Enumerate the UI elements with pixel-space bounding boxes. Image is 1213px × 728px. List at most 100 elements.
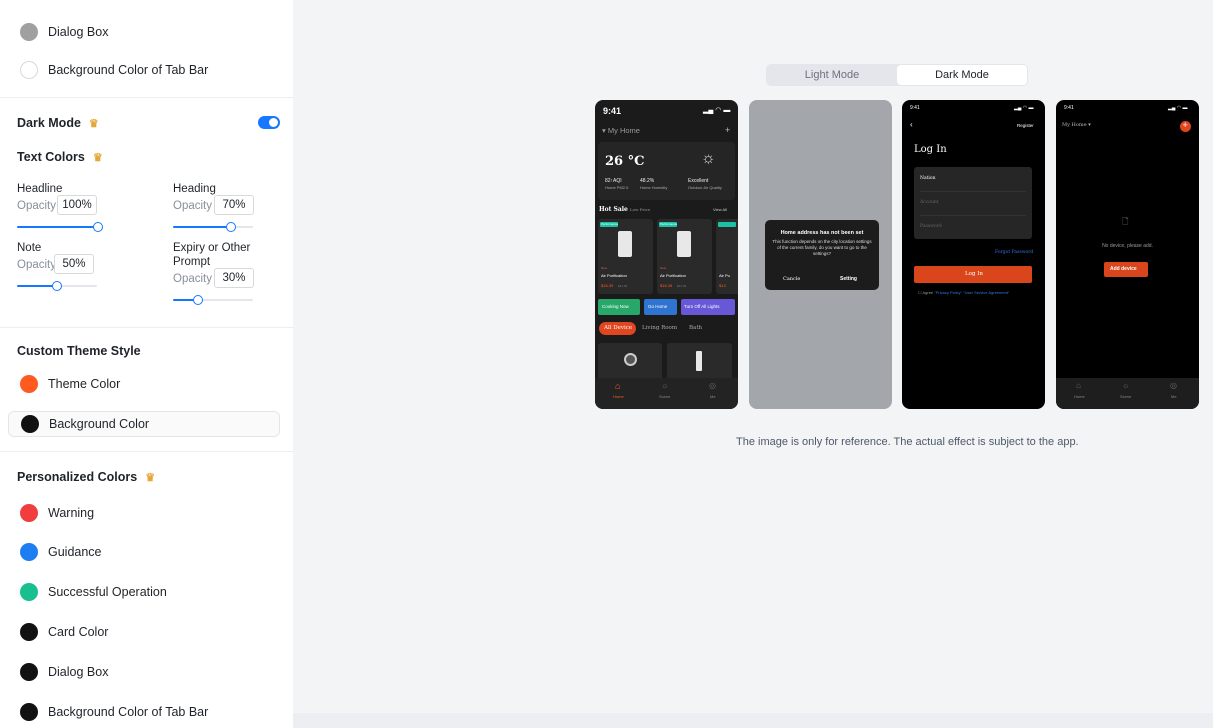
light-mode-tab[interactable]: Light Mode xyxy=(767,65,897,85)
home-name: My Home xyxy=(1062,122,1087,128)
home-tab-icon[interactable]: ⌂ xyxy=(1076,381,1081,390)
login-button[interactable]: Log In xyxy=(914,266,1032,283)
slider-fill xyxy=(173,226,231,228)
color-item-tab-bar-bg[interactable]: Background Color of Tab Bar xyxy=(8,56,280,84)
text-colors-label: Text Colors xyxy=(17,150,85,164)
scene-tab-icon[interactable]: ☼ xyxy=(1122,381,1129,390)
reference-note: The image is only for reference. The act… xyxy=(736,436,1079,448)
add-device-button[interactable]: Add device xyxy=(1104,262,1148,277)
slider-thumb[interactable] xyxy=(226,222,236,232)
slider-thumb[interactable] xyxy=(193,295,203,305)
product-name: Air Purification xyxy=(660,273,686,278)
color-item-tab-bar[interactable]: Background Color of Tab Bar xyxy=(8,698,280,726)
expiry-opacity-input[interactable]: 30% xyxy=(214,268,254,288)
policy-links[interactable]: "Privacy Policy" "User Service Agreement… xyxy=(934,290,1009,295)
password-field[interactable]: Password xyxy=(920,224,942,229)
empty-file-icon: 🗋 xyxy=(1122,217,1129,226)
room-tab-living[interactable]: Living Room xyxy=(642,325,677,331)
color-item-theme[interactable]: Theme Color xyxy=(8,370,280,398)
old-price: $21.00 xyxy=(677,284,687,288)
color-item-label: Background Color of Tab Bar xyxy=(48,705,209,719)
opacity-label: Opacity xyxy=(173,273,212,285)
account-field[interactable]: Account xyxy=(920,200,939,205)
black-swatch-icon xyxy=(21,415,39,433)
register-link[interactable]: Register xyxy=(1017,123,1034,128)
phone-preview-dialog: Home address has not been set This funct… xyxy=(749,100,892,409)
me-tab-icon[interactable]: ◎ xyxy=(1170,381,1177,390)
quality-sub: Outdoor Air Quality xyxy=(688,185,722,190)
color-item-dialog-box[interactable]: Dialog Box xyxy=(8,18,280,46)
black-swatch-icon xyxy=(20,663,38,681)
color-item-label: Background Color of Tab Bar xyxy=(48,63,209,77)
back-icon[interactable]: ‹ xyxy=(910,120,913,129)
room-tab-all[interactable]: All Device xyxy=(599,322,636,335)
color-item-label: Successful Operation xyxy=(48,585,167,599)
note-slider[interactable] xyxy=(17,281,97,291)
tab-bar: ⌂ Home ☼ Scene ◎ Me xyxy=(1056,378,1199,409)
slider-thumb[interactable] xyxy=(52,281,62,291)
me-tab-label: Me xyxy=(1171,394,1177,399)
product-card[interactable]: Performance New Air Purification $16.39 … xyxy=(657,219,712,294)
slider-thumb[interactable] xyxy=(93,222,103,232)
home-tab-icon[interactable]: ⌂ xyxy=(615,381,620,391)
me-tab-icon[interactable]: ◎ xyxy=(709,381,716,390)
hot-sale-label: Hot Sale xyxy=(599,206,628,213)
note-opacity-input[interactable]: 50% xyxy=(54,254,94,274)
color-item-warning[interactable]: Warning xyxy=(8,499,280,527)
scene-tab-label: Scene xyxy=(659,394,671,399)
opacity-label: Opacity xyxy=(17,200,56,212)
personalized-label: Personalized Colors xyxy=(17,470,138,484)
dialog-setting-button[interactable]: Setting xyxy=(840,276,857,282)
add-icon[interactable]: + xyxy=(1180,120,1191,132)
device-card[interactable] xyxy=(598,343,662,383)
expiry-label: Expiry or Other Prompt xyxy=(173,242,251,268)
heading-slider[interactable] xyxy=(173,222,253,232)
home-tab-label: Home xyxy=(613,394,624,399)
status-time: 9:41 xyxy=(910,105,920,111)
product-card[interactable]: Performance New Air Purification $16.39 … xyxy=(598,219,653,294)
headline-opacity-input[interactable]: 100% xyxy=(57,195,97,215)
red-swatch-icon xyxy=(20,504,38,522)
home-selector[interactable]: My Home ▾ xyxy=(1062,122,1091,128)
color-item-guidance[interactable]: Guidance xyxy=(8,538,280,566)
dialog-body: This function depends on the city locati… xyxy=(772,239,872,256)
scene-button-go-home[interactable]: Go Home xyxy=(644,299,677,315)
status-icons: ▂▄ ◠ ▬ xyxy=(703,107,731,114)
custom-theme-title: Custom Theme Style xyxy=(17,344,141,358)
home-tab-label: Home xyxy=(1074,394,1085,399)
scene-button-cooking[interactable]: Cooking Now xyxy=(598,299,640,315)
new-tag: New xyxy=(601,266,608,270)
status-time: 9:41 xyxy=(1064,105,1074,111)
dialog-cancel-button[interactable]: Cancle xyxy=(783,276,800,282)
color-item-label: Theme Color xyxy=(48,377,121,391)
gray-swatch-icon xyxy=(20,23,38,41)
color-item-background[interactable]: Background Color xyxy=(8,411,280,437)
divider xyxy=(0,327,293,328)
quality-value: Excellent xyxy=(688,178,709,184)
heading-opacity-input[interactable]: 70% xyxy=(214,195,254,215)
home-selector[interactable]: ▾ My Home xyxy=(602,126,640,135)
nation-field[interactable]: Nation xyxy=(920,176,935,181)
color-item-dialog[interactable]: Dialog Box xyxy=(8,658,280,686)
plus-icon[interactable]: + xyxy=(725,125,730,135)
color-item-card[interactable]: Card Color xyxy=(8,618,280,646)
view-all-link[interactable]: View All xyxy=(713,207,727,212)
scene-tab-icon[interactable]: ☼ xyxy=(661,381,668,390)
scene-tab-label: Scene xyxy=(1120,394,1132,399)
login-button-label: Log In xyxy=(965,271,983,277)
dark-mode-toggle[interactable] xyxy=(258,116,280,129)
room-label: All Device xyxy=(604,325,633,331)
device-card[interactable] xyxy=(667,343,732,383)
room-tab-bath[interactable]: Bath xyxy=(689,325,702,331)
product-card[interactable]: Air Pu $13 xyxy=(716,219,738,294)
headline-slider[interactable] xyxy=(17,222,103,232)
performance-tag: Performance xyxy=(659,222,677,227)
field-divider xyxy=(920,215,1026,216)
expiry-slider[interactable] xyxy=(173,295,253,305)
dark-mode-tab[interactable]: Dark Mode xyxy=(897,65,1027,85)
dialog-title: Home address has not been set xyxy=(780,230,864,236)
forgot-password-link[interactable]: Forgot Password xyxy=(995,250,1033,255)
scene-button-lights[interactable]: Turn Off All Lights xyxy=(681,299,735,315)
color-item-success[interactable]: Successful Operation xyxy=(8,578,280,606)
product-price: $13 xyxy=(719,283,726,288)
